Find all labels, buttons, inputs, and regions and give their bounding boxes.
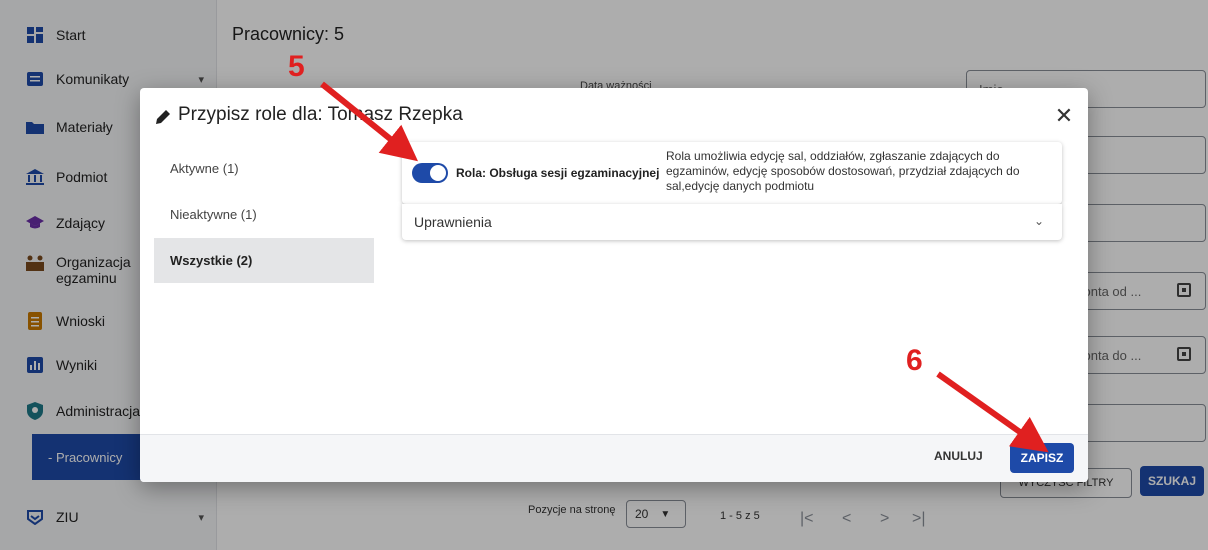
- annotation-arrows: [320, 81, 1049, 453]
- annotation-number-5: 5: [288, 50, 305, 83]
- arrow-6: [936, 371, 1049, 453]
- annotation-number-6: 6: [906, 344, 923, 377]
- arrow-5: [320, 81, 419, 162]
